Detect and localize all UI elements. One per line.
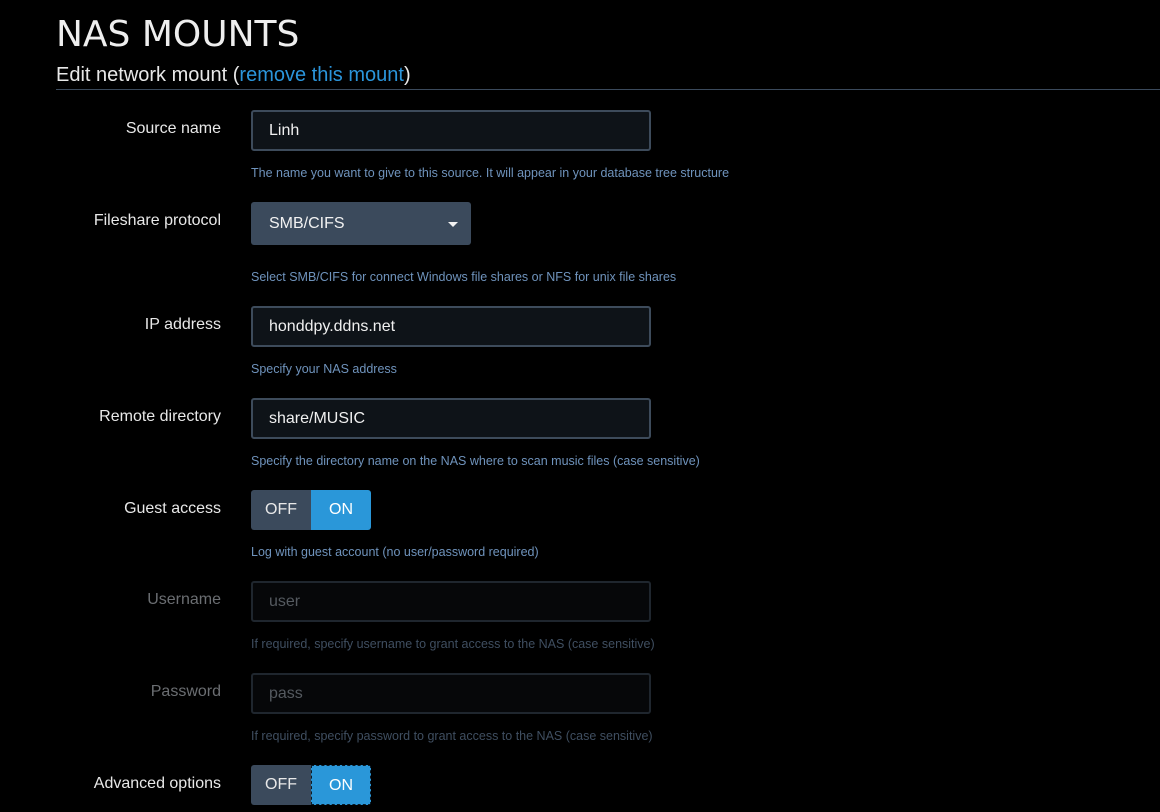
page-title: NAS MOUNTS: [56, 14, 300, 55]
chevron-down-icon: [448, 222, 458, 227]
advanced-options-off-option[interactable]: OFF: [251, 765, 311, 805]
username-label: Username: [147, 591, 221, 608]
remote-directory-label: Remote directory: [99, 408, 221, 425]
password-help: If required, specify password to grant a…: [251, 729, 653, 743]
guest-access-label: Guest access: [124, 500, 221, 517]
protocol-selected-value: SMB/CIFS: [269, 215, 345, 232]
username-input[interactable]: [251, 581, 651, 622]
remove-mount-link[interactable]: remove this mount: [239, 64, 404, 86]
remote-directory-help: Specify the directory name on the NAS wh…: [251, 454, 700, 468]
advanced-options-label: Advanced options: [93, 775, 221, 792]
remote-directory-input[interactable]: [251, 398, 651, 439]
legend-text: Edit network mount (: [56, 64, 240, 86]
source-name-help: The name you want to give to this source…: [251, 166, 730, 180]
guest-access-help: Log with guest account (no user/password…: [251, 545, 539, 559]
ip-address-help: Specify your NAS address: [251, 362, 397, 376]
username-help: If required, specify username to grant a…: [251, 637, 655, 651]
guest-access-on-option[interactable]: ON: [311, 490, 371, 530]
legend-close: ): [403, 64, 411, 86]
nas-mounts-page: NAS MOUNTS Edit network mount (remove th…: [0, 0, 1160, 812]
advanced-options-on-option[interactable]: ON: [311, 765, 371, 805]
form-legend: Edit network mount (remove this mount): [56, 64, 1160, 90]
protocol-label: Fileshare protocol: [93, 212, 221, 229]
guest-access-off-option[interactable]: OFF: [251, 490, 311, 530]
source-name-input[interactable]: [251, 110, 651, 151]
source-name-label: Source name: [125, 120, 221, 137]
guest-access-toggle[interactable]: OFF ON: [251, 490, 371, 530]
ip-address-label: IP address: [144, 316, 221, 333]
protocol-select[interactable]: SMB/CIFS: [251, 202, 471, 245]
password-label: Password: [150, 683, 221, 700]
protocol-help: Select SMB/CIFS for connect Windows file…: [251, 270, 677, 284]
ip-address-input[interactable]: [251, 306, 651, 347]
password-input[interactable]: [251, 673, 651, 714]
advanced-options-toggle[interactable]: OFF ON: [251, 765, 371, 805]
